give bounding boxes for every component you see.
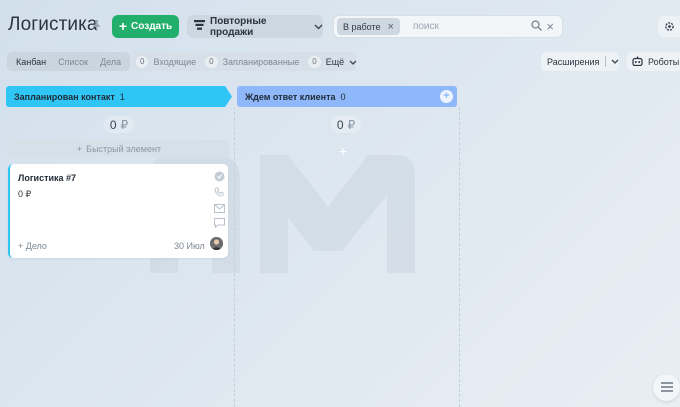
close-icon[interactable]: × <box>388 21 394 33</box>
column-count: 1 <box>119 91 125 102</box>
counter-planned[interactable]: 0 Запланированные <box>205 55 300 68</box>
add-column-icon[interactable]: + <box>440 90 453 103</box>
gear-icon[interactable] <box>658 16 680 37</box>
add-item-icon[interactable]: + <box>339 143 347 159</box>
robot-icon <box>632 56 643 68</box>
create-button-label: Создать <box>131 21 173 32</box>
filter-chip-label: В работе <box>343 21 381 32</box>
chevron-down-icon <box>314 22 323 32</box>
clear-icon[interactable]: × <box>546 19 554 34</box>
counter-label: Ещё <box>325 56 345 67</box>
create-button[interactable]: + Создать <box>112 15 179 38</box>
robots-label: Роботы <box>648 56 680 67</box>
currency-symbol: ₽ <box>120 117 129 132</box>
card-date: 30 Июл <box>174 241 205 251</box>
sum-value: 0 <box>336 117 344 132</box>
counter-more[interactable]: 0 Ещё <box>308 55 357 68</box>
search-bar[interactable]: В работе × поиск × <box>333 15 563 38</box>
extensions-button[interactable]: Расширения <box>541 52 619 71</box>
counter-label: Запланированные <box>222 56 300 67</box>
robots-button[interactable]: Роботы <box>627 52 680 71</box>
mail-icon[interactable] <box>213 202 225 214</box>
column-divider <box>459 107 460 407</box>
sum-value: 0 <box>109 117 117 132</box>
tab-kanban[interactable]: Канбан <box>10 54 52 69</box>
column-header-awaiting-reply[interactable]: Ждем ответ клиента 0 + <box>237 86 457 107</box>
pin-icon[interactable] <box>92 20 101 34</box>
search-icon[interactable] <box>531 19 543 34</box>
repeat-sales-label: Повторные продажи <box>210 15 267 38</box>
column-sum: 0 ₽ <box>331 116 361 133</box>
quick-add-label: Быстрый элемент <box>86 143 162 154</box>
chat-icon[interactable] <box>213 217 225 229</box>
list-icon <box>660 379 673 397</box>
chevron-down-icon <box>349 57 357 67</box>
view-tabs: Канбан Список Дела <box>7 52 131 71</box>
page-title: Логистика <box>8 14 98 35</box>
extensions-label: Расширения <box>547 56 600 67</box>
add-activity-link[interactable]: + Дело <box>18 241 47 251</box>
quick-add-button[interactable]: + Быстрый элемент <box>9 140 229 157</box>
repeat-sales-button[interactable]: Повторные продажи <box>187 15 323 38</box>
funnel-icon <box>194 20 205 33</box>
stage-icon[interactable] <box>213 170 225 182</box>
filter-chip[interactable]: В работе × <box>337 18 400 35</box>
column-title: Ждем ответ клиента <box>245 91 336 102</box>
plus-icon: + <box>118 18 128 34</box>
tab-activities[interactable]: Дела <box>94 54 127 69</box>
column-count: 0 <box>340 91 346 102</box>
counters-bar: 0 Входящие 0 Запланированные 0 Ещё <box>131 52 357 71</box>
chevron-down-icon[interactable] <box>611 57 619 66</box>
counter-incoming[interactable]: 0 Входящие <box>136 55 197 68</box>
column-title: Запланирован контакт <box>14 91 115 102</box>
card-title[interactable]: Логистика #7 <box>18 173 76 183</box>
counter-badge: 0 <box>205 55 218 68</box>
phone-icon[interactable] <box>213 186 225 198</box>
card-price: 0 ₽ <box>18 189 32 199</box>
search-input[interactable]: поиск <box>413 21 531 32</box>
counter-label: Входящие <box>153 56 197 67</box>
counter-badge: 0 <box>136 55 149 68</box>
deal-card[interactable]: Логистика #7 0 ₽ + Дело 30 Июл <box>8 164 228 258</box>
column-divider <box>234 107 235 407</box>
divider <box>605 56 606 67</box>
avatar[interactable] <box>210 237 223 250</box>
column-sum: 0 ₽ <box>104 116 134 133</box>
plus-icon: + <box>76 143 83 154</box>
counter-badge: 0 <box>308 55 321 68</box>
column-header-planned-contact[interactable]: Запланирован контакт 1 <box>6 86 232 107</box>
tab-list[interactable]: Список <box>52 54 94 69</box>
currency-symbol: ₽ <box>347 117 356 132</box>
top-bar: Логистика + Создать Повторные продажи В … <box>0 0 680 52</box>
list-menu-button[interactable] <box>653 374 680 401</box>
